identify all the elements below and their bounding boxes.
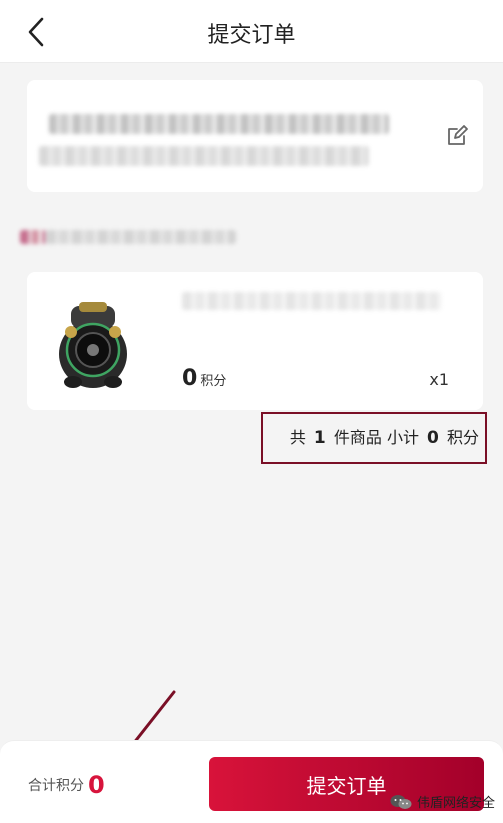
subtotal-prefix: 共 [289, 428, 306, 447]
shop-name-row [20, 228, 240, 248]
subtotal-count: 1 [313, 428, 326, 448]
goods-card[interactable]: 0 积分 x1 [27, 272, 483, 410]
address-card[interactable] [27, 80, 483, 192]
shop-name-redacted [46, 230, 236, 244]
header-bar: 提交订单 [0, 0, 503, 63]
product-points-unit: 积分 [200, 374, 227, 389]
total-points-label: 合计积分 [28, 778, 84, 794]
order-subtotal: 共 1 件商品 小计 0 积分 [261, 412, 487, 464]
product-points: 0 积分 [182, 366, 226, 391]
address-name-redacted [49, 114, 389, 134]
product-name-redacted [182, 292, 442, 310]
total-points-value: 0 [88, 771, 105, 799]
product-points-value: 0 [182, 366, 198, 391]
subtotal-points: 0 [427, 428, 439, 448]
edit-icon[interactable] [445, 124, 469, 148]
page-title: 提交订单 [207, 23, 296, 48]
total-points: 合计积分 0 [28, 771, 105, 799]
shop-icon-redacted [20, 230, 46, 244]
watermark: 伟盾网络安全 [390, 792, 495, 811]
watermark-text: 伟盾网络安全 [416, 796, 495, 811]
address-detail-redacted [39, 146, 369, 166]
product-quantity: x1 [429, 370, 449, 389]
wechat-icon [390, 794, 412, 809]
product-image [59, 302, 127, 388]
subtotal-unit: 积分 [446, 428, 479, 447]
subtotal-middle: 件商品 小计 [333, 428, 419, 447]
